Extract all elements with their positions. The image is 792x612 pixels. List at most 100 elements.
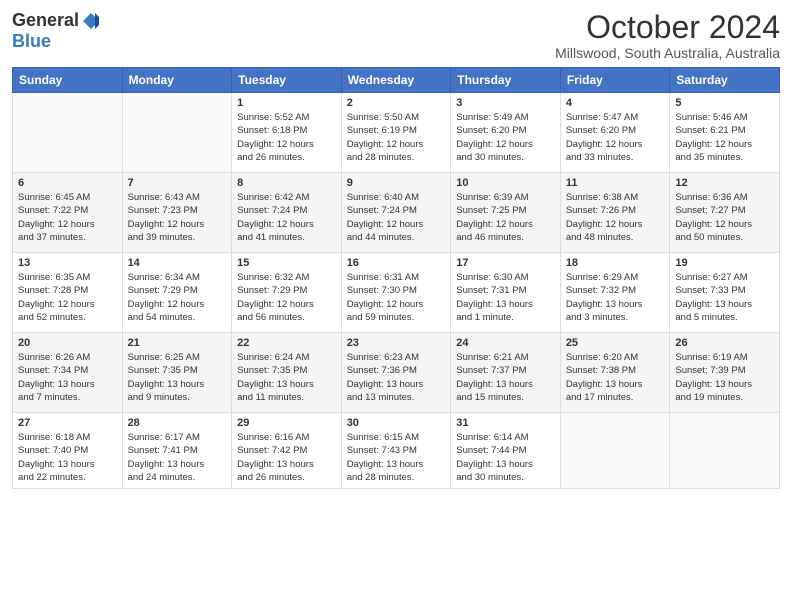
day-info: Sunrise: 6:36 AM Sunset: 7:27 PM Dayligh… [675,191,774,244]
table-row: 5 Sunrise: 5:46 AM Sunset: 6:21 PM Daylig… [670,93,780,173]
table-row: 18Sunrise: 6:29 AM Sunset: 7:32 PM Dayli… [560,253,670,333]
day-number: 4 [566,97,665,109]
day-info: Sunrise: 6:39 AM Sunset: 7:25 PM Dayligh… [456,191,555,244]
logo: General Blue [12,10,101,52]
day-info: Sunrise: 6:19 AM Sunset: 7:39 PM Dayligh… [675,351,774,404]
table-row: 3 Sunrise: 5:49 AM Sunset: 6:20 PM Daylig… [451,93,561,173]
day-number: 25 [566,337,665,349]
day-number: 26 [675,337,774,349]
day-number: 6 [18,177,117,189]
month-title: October 2024 [555,10,780,45]
table-row: 12 Sunrise: 6:36 AM Sunset: 7:27 PM Dayli… [670,173,780,253]
day-info: Sunrise: 5:46 AM Sunset: 6:21 PM Dayligh… [675,111,774,164]
table-row: 28 Sunrise: 6:17 AM Sunset: 7:41 PM Dayli… [122,413,232,489]
col-monday: Monday [122,68,232,93]
table-row [560,413,670,489]
day-number: 5 [675,97,774,109]
day-number: 18 [566,257,665,269]
day-info: Sunrise: 6:15 AM Sunset: 7:43 PM Dayligh… [347,431,446,484]
logo-blue-text: Blue [12,31,51,52]
day-number: 8 [237,177,336,189]
table-row: 19Sunrise: 6:27 AM Sunset: 7:33 PM Dayli… [670,253,780,333]
day-number: 28 [128,417,227,429]
day-number: 22 [237,337,336,349]
col-tuesday: Tuesday [232,68,342,93]
day-info: Sunrise: 6:16 AM Sunset: 7:42 PM Dayligh… [237,431,336,484]
title-section: October 2024 Millswood, South Australia,… [555,10,780,61]
day-info: Sunrise: 5:52 AM Sunset: 6:18 PM Dayligh… [237,111,336,164]
day-info: Sunrise: 6:23 AM Sunset: 7:36 PM Dayligh… [347,351,446,404]
day-info: Sunrise: 6:30 AM Sunset: 7:31 PM Dayligh… [456,271,555,324]
col-wednesday: Wednesday [341,68,451,93]
day-info: Sunrise: 5:47 AM Sunset: 6:20 PM Dayligh… [566,111,665,164]
day-number: 21 [128,337,227,349]
table-row: 26 Sunrise: 6:19 AM Sunset: 7:39 PM Dayli… [670,333,780,413]
day-info: Sunrise: 6:18 AM Sunset: 7:40 PM Dayligh… [18,431,117,484]
calendar-header-row: Sunday Monday Tuesday Wednesday Thursday… [13,68,780,93]
day-number: 11 [566,177,665,189]
day-info: Sunrise: 6:26 AM Sunset: 7:34 PM Dayligh… [18,351,117,404]
day-info: Sunrise: 6:34 AM Sunset: 7:29 PM Dayligh… [128,271,227,324]
table-row: 29 Sunrise: 6:16 AM Sunset: 7:42 PM Dayli… [232,413,342,489]
table-row: 22Sunrise: 6:24 AM Sunset: 7:35 PM Dayli… [232,333,342,413]
day-number: 2 [347,97,446,109]
table-row [13,93,123,173]
day-number: 23 [347,337,446,349]
calendar-table: Sunday Monday Tuesday Wednesday Thursday… [12,67,780,489]
day-info: Sunrise: 6:35 AM Sunset: 7:28 PM Dayligh… [18,271,117,324]
col-saturday: Saturday [670,68,780,93]
col-thursday: Thursday [451,68,561,93]
day-number: 12 [675,177,774,189]
day-info: Sunrise: 6:17 AM Sunset: 7:41 PM Dayligh… [128,431,227,484]
col-friday: Friday [560,68,670,93]
logo-general-text: General [12,10,79,31]
day-number: 15 [237,257,336,269]
day-number: 20 [18,337,117,349]
table-row [122,93,232,173]
day-number: 29 [237,417,336,429]
day-number: 31 [456,417,555,429]
table-row: 24 Sunrise: 6:21 AM Sunset: 7:37 PM Dayli… [451,333,561,413]
day-info: Sunrise: 5:49 AM Sunset: 6:20 PM Dayligh… [456,111,555,164]
table-row: 7 Sunrise: 6:43 AM Sunset: 7:23 PM Daylig… [122,173,232,253]
table-row: 4 Sunrise: 5:47 AM Sunset: 6:20 PM Daylig… [560,93,670,173]
day-info: Sunrise: 6:43 AM Sunset: 7:23 PM Dayligh… [128,191,227,244]
page-container: General Blue October 2024 Millswood, Sou… [0,0,792,497]
day-info: Sunrise: 6:31 AM Sunset: 7:30 PM Dayligh… [347,271,446,324]
table-row: 30 Sunrise: 6:15 AM Sunset: 7:43 PM Dayli… [341,413,451,489]
table-row: 23 Sunrise: 6:23 AM Sunset: 7:36 PM Dayli… [341,333,451,413]
table-row: 10Sunrise: 6:39 AM Sunset: 7:25 PM Dayli… [451,173,561,253]
col-sunday: Sunday [13,68,123,93]
day-info: Sunrise: 6:14 AM Sunset: 7:44 PM Dayligh… [456,431,555,484]
day-info: Sunrise: 6:21 AM Sunset: 7:37 PM Dayligh… [456,351,555,404]
table-row: 9 Sunrise: 6:40 AM Sunset: 7:24 PM Daylig… [341,173,451,253]
day-info: Sunrise: 6:32 AM Sunset: 7:29 PM Dayligh… [237,271,336,324]
table-row: 31 Sunrise: 6:14 AM Sunset: 7:44 PM Dayli… [451,413,561,489]
table-row: 11 Sunrise: 6:38 AM Sunset: 7:26 PM Dayli… [560,173,670,253]
day-info: Sunrise: 6:38 AM Sunset: 7:26 PM Dayligh… [566,191,665,244]
location-subtitle: Millswood, South Australia, Australia [555,45,780,61]
table-row: 25Sunrise: 6:20 AM Sunset: 7:38 PM Dayli… [560,333,670,413]
header: General Blue October 2024 Millswood, Sou… [12,10,780,61]
table-row: 17Sunrise: 6:30 AM Sunset: 7:31 PM Dayli… [451,253,561,333]
table-row [670,413,780,489]
day-number: 13 [18,257,117,269]
table-row: 6Sunrise: 6:45 AM Sunset: 7:22 PM Daylig… [13,173,123,253]
table-row: 16Sunrise: 6:31 AM Sunset: 7:30 PM Dayli… [341,253,451,333]
day-number: 3 [456,97,555,109]
table-row: 2Sunrise: 5:50 AM Sunset: 6:19 PM Daylig… [341,93,451,173]
day-number: 19 [675,257,774,269]
day-info: Sunrise: 6:40 AM Sunset: 7:24 PM Dayligh… [347,191,446,244]
table-row: 21 Sunrise: 6:25 AM Sunset: 7:35 PM Dayli… [122,333,232,413]
table-row: 27 Sunrise: 6:18 AM Sunset: 7:40 PM Dayli… [13,413,123,489]
table-row: 15 Sunrise: 6:32 AM Sunset: 7:29 PM Dayli… [232,253,342,333]
day-number: 9 [347,177,446,189]
table-row: 13 Sunrise: 6:35 AM Sunset: 7:28 PM Dayli… [13,253,123,333]
day-number: 24 [456,337,555,349]
day-info: Sunrise: 6:25 AM Sunset: 7:35 PM Dayligh… [128,351,227,404]
table-row: 8Sunrise: 6:42 AM Sunset: 7:24 PM Daylig… [232,173,342,253]
day-number: 30 [347,417,446,429]
table-row: 1Sunrise: 5:52 AM Sunset: 6:18 PM Daylig… [232,93,342,173]
day-number: 7 [128,177,227,189]
day-number: 27 [18,417,117,429]
